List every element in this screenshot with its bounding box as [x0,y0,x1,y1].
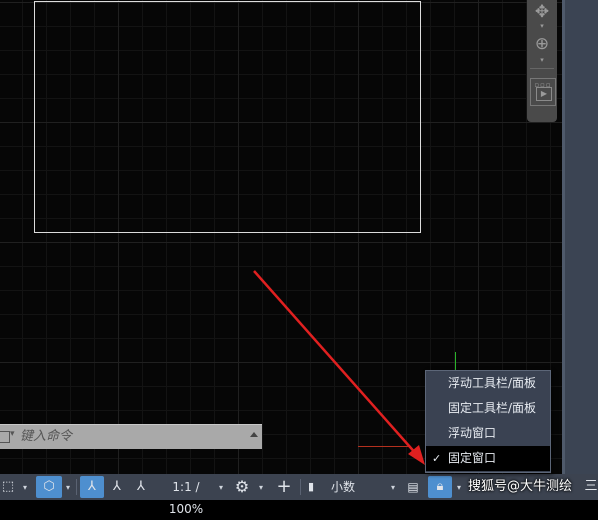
red-annotation-arrow [253,270,425,465]
watermark: 搜狐号@大牛测绘 [468,479,573,494]
arrow-shaft [253,270,419,457]
